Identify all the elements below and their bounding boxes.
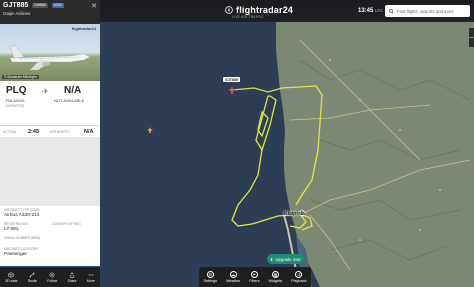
3d-view-button[interactable]: 3D view	[5, 271, 18, 283]
weather-icon: ☁	[229, 271, 237, 278]
search-placeholder: Find flights, airports and more	[397, 8, 454, 14]
upgrade-label: Upgrade now	[275, 256, 301, 262]
destination-iata[interactable]: N/A	[64, 85, 81, 96]
panel-nav: 3D view Route Follow Share More	[0, 267, 100, 287]
nav-label: Share	[67, 278, 77, 283]
brand-name: flightradar24	[236, 5, 294, 15]
logo-icon	[225, 6, 233, 14]
share-icon	[70, 271, 75, 278]
nav-label: Route	[27, 278, 37, 283]
panel-header: GJT885 GW885 A320 ✕ Gaijin Airlines	[0, 0, 100, 24]
brand[interactable]: flightradar24	[225, 5, 293, 15]
aircraft-photo[interactable]: flightradar24 © Alexander Mikheyev	[0, 24, 100, 81]
widgets-icon: ▦	[271, 271, 279, 278]
upgrade-button[interactable]: ⬆ Upgrade now	[267, 254, 305, 264]
follow-icon	[49, 272, 55, 277]
nav-label: Follow	[47, 278, 58, 283]
origin-city: PALANGA	[6, 98, 25, 103]
toolbar-label: Weather	[226, 279, 241, 283]
destination-city: NOT AVAILABLE	[54, 98, 85, 103]
follow-button[interactable]: Follow	[47, 272, 57, 283]
nav-label: More	[87, 278, 95, 283]
category-value: Passenger	[4, 252, 27, 257]
route-button[interactable]: Route	[28, 272, 37, 283]
clock-zone: UTC	[375, 8, 384, 13]
widgets-button[interactable]: ▦ Widgets	[268, 271, 282, 283]
top-bar: flightradar24 LIVE AIR TRAFFIC 13:45 UTC…	[100, 0, 474, 22]
estimated-label: ESTIMATED	[50, 130, 70, 134]
country-label: COUNTRY OF REG.	[52, 222, 82, 226]
search-icon	[389, 8, 394, 14]
settings-button[interactable]: ⚙ Settings	[203, 271, 217, 283]
registration-value: LY-WIL	[4, 227, 20, 232]
aircraft-info: AIRCRAFT TYPE (A320) Airbus A320-214 REG…	[0, 206, 100, 266]
search-input[interactable]: Find flights, airports and more	[385, 5, 470, 17]
departure-status: DEPARTED	[6, 104, 25, 108]
toolbar-label: Playback	[291, 279, 307, 283]
share-button[interactable]: Share	[67, 271, 77, 283]
plane-icon: ✈	[42, 87, 49, 96]
route-icon	[29, 272, 35, 277]
weather-button[interactable]: ☁ Weather	[226, 271, 240, 283]
upgrade-icon: ⬆	[270, 256, 274, 262]
flight-callsign: GJT885	[3, 2, 29, 9]
serial-label: SERIAL NUMBER (MSN)	[4, 236, 41, 240]
cube-icon	[8, 271, 14, 278]
route-card: PLQ ✈ N/A PALANGA NOT AVAILABLE DEPARTED	[0, 81, 100, 125]
toolbar-label: Filters	[249, 279, 260, 283]
city-label: Klaipėda	[284, 211, 305, 217]
times-row: ACTUAL 2:45 ESTIMATED N/A	[0, 125, 100, 137]
toolbar-label: Widgets	[268, 279, 283, 283]
category-label: AIRCRAFT CATEGORY	[4, 247, 39, 251]
panel-spacer	[0, 137, 100, 206]
map-toolbar: ⚙ Settings ☁ Weather ⏷ Filters ▦ Widgets…	[199, 267, 311, 287]
utc-clock: 13:45 UTC	[358, 8, 383, 14]
type-label: AIRCRAFT TYPE (A320)	[4, 208, 40, 212]
playback-icon: ↺	[295, 271, 303, 278]
flight-callout[interactable]: GJT885	[223, 77, 240, 82]
airline-name: Gaijin Airlines	[3, 11, 31, 16]
estimated-value: N/A	[84, 128, 94, 135]
aircraft-type-badge: A320	[51, 2, 64, 8]
actual-value: 2:45	[28, 128, 40, 135]
more-button[interactable]: More	[87, 272, 95, 283]
type-value: Airbus A320-214	[4, 213, 40, 218]
aircraft-photo-image	[9, 45, 91, 70]
zoom-in-button[interactable]	[469, 28, 474, 37]
nav-label: 3D view	[5, 278, 18, 283]
zoom-out-button[interactable]	[469, 38, 474, 47]
origin-iata[interactable]: PLQ	[6, 85, 27, 96]
actual-label: ACTUAL	[3, 130, 17, 134]
close-icon[interactable]: ✕	[91, 2, 97, 10]
brand-subtitle: LIVE AIR TRAFFIC	[232, 15, 265, 19]
playback-button[interactable]: ↺ Playback	[291, 271, 307, 283]
filters-button[interactable]: ⏷ Filters	[249, 271, 260, 283]
clock-time: 13:45	[358, 8, 374, 14]
more-icon	[88, 273, 94, 276]
flight-panel: GJT885 GW885 A320 ✕ Gaijin Airlines flig…	[0, 0, 100, 287]
toolbar-label: Settings	[203, 279, 218, 283]
photo-credit: © Alexander Mikheyev	[2, 75, 39, 79]
registration-label: REGISTRATION	[4, 222, 28, 226]
filter-icon: ⏷	[250, 271, 258, 278]
flight-number-badge: GW885	[31, 2, 48, 8]
gear-icon: ⚙	[206, 271, 214, 278]
